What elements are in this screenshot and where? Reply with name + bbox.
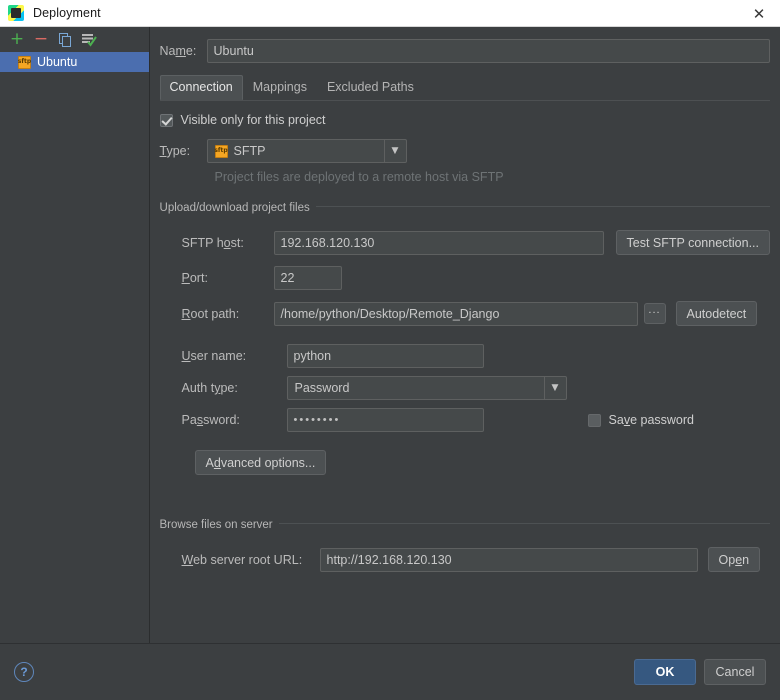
dialog-body: + − sftp Ubuntu Name: Ubuntu Connection … bbox=[0, 27, 780, 643]
connection-tab-content: Visible only for this project Type: sftp… bbox=[150, 113, 780, 572]
remove-server-button[interactable]: − bbox=[30, 29, 52, 50]
advanced-options-row: Advanced options... bbox=[160, 450, 770, 475]
type-combobox[interactable]: sftp SFTP ▼ bbox=[206, 139, 407, 163]
help-icon[interactable]: ? bbox=[14, 662, 34, 682]
sidebar-item-label: Ubuntu bbox=[37, 55, 78, 69]
type-row: Type: sftp SFTP ▼ bbox=[160, 139, 770, 163]
dialog-footer: ? OK Cancel bbox=[0, 643, 780, 700]
set-default-icon bbox=[81, 33, 97, 47]
pycharm-icon bbox=[8, 5, 24, 21]
web-url-value: http://192.168.120.130 bbox=[326, 552, 452, 567]
sftp-icon: sftp bbox=[18, 55, 31, 69]
auth-type-label: Auth type: bbox=[181, 381, 238, 395]
upload-group-title: Upload/download project files bbox=[159, 202, 316, 214]
test-sftp-connection-button[interactable]: Test SFTP connection... bbox=[615, 230, 770, 255]
close-icon[interactable]: ✕ bbox=[738, 0, 780, 27]
sftp-host-label: SFTP host: bbox=[181, 235, 244, 250]
chevron-down-icon[interactable]: ▼ bbox=[383, 140, 406, 162]
visible-only-checkbox[interactable] bbox=[159, 113, 173, 127]
sftp-host-value: 192.168.120.130 bbox=[280, 235, 375, 250]
advanced-options-button[interactable]: Advanced options... bbox=[194, 450, 327, 475]
window-title: Deployment bbox=[33, 6, 101, 20]
open-url-button[interactable]: Open bbox=[707, 547, 761, 572]
name-label: Name: bbox=[159, 44, 197, 58]
copy-icon bbox=[58, 32, 71, 47]
name-row: Name: Ubuntu bbox=[150, 27, 780, 63]
sftp-host-input[interactable]: 192.168.120.130 bbox=[273, 230, 604, 255]
user-name-label: User name: bbox=[181, 349, 247, 363]
upload-group: Upload/download project files SFTP host:… bbox=[159, 198, 770, 475]
password-input[interactable]: •••••••• bbox=[286, 408, 484, 432]
open-url-label: Open bbox=[718, 552, 750, 567]
type-value-text: SFTP bbox=[233, 144, 266, 158]
ellipsis-icon: ... bbox=[648, 303, 661, 316]
auth-type-value: Password bbox=[294, 381, 350, 395]
save-password-checkbox[interactable] bbox=[587, 413, 601, 427]
save-password-label: Save password bbox=[608, 413, 694, 427]
sidebar-item-ubuntu[interactable]: sftp Ubuntu bbox=[0, 52, 149, 72]
connection-form: Name: Ubuntu Connection Mappings Exclude… bbox=[149, 27, 780, 643]
user-name-input[interactable]: python bbox=[286, 344, 484, 368]
chevron-down-icon[interactable]: ▼ bbox=[543, 377, 566, 399]
tab-mappings[interactable]: Mappings bbox=[243, 75, 317, 100]
set-default-button[interactable] bbox=[78, 29, 100, 50]
type-hint: Project files are deployed to a remote h… bbox=[214, 170, 504, 184]
user-name-row: User name: python bbox=[160, 344, 770, 368]
root-path-value: /home/python/Desktop/Remote_Django bbox=[280, 306, 500, 321]
port-input[interactable]: 22 bbox=[273, 266, 342, 290]
cancel-button[interactable]: Cancel bbox=[704, 659, 766, 685]
visible-only-label: Visible only for this project bbox=[180, 113, 326, 127]
name-input[interactable]: Ubuntu bbox=[206, 39, 770, 63]
port-label: Port: bbox=[181, 271, 208, 285]
autodetect-label: Autodetect bbox=[686, 306, 747, 321]
test-sftp-connection-label: Test SFTP connection... bbox=[626, 235, 759, 250]
name-input-value: Ubuntu bbox=[213, 44, 254, 58]
auth-type-row: Auth type: Password ▼ bbox=[160, 376, 770, 400]
tab-bar: Connection Mappings Excluded Paths bbox=[159, 75, 780, 100]
visible-only-row[interactable]: Visible only for this project bbox=[159, 113, 770, 127]
auth-type-combobox[interactable]: Password ▼ bbox=[286, 376, 567, 400]
password-value: •••••••• bbox=[293, 414, 341, 426]
port-value: 22 bbox=[280, 271, 295, 285]
web-url-row: Web server root URL: http://192.168.120.… bbox=[160, 547, 770, 572]
servers-panel: + − sftp Ubuntu bbox=[0, 27, 150, 643]
root-path-label: Root path: bbox=[181, 306, 240, 321]
web-url-label: Web server root URL: bbox=[181, 552, 303, 567]
password-row: Password: •••••••• Save password bbox=[160, 408, 770, 432]
sftp-type-icon: sftp bbox=[214, 144, 228, 158]
root-path-input[interactable]: /home/python/Desktop/Remote_Django bbox=[273, 301, 638, 326]
autodetect-button[interactable]: Autodetect bbox=[675, 301, 758, 326]
tab-connection[interactable]: Connection bbox=[159, 75, 243, 100]
browse-group: Browse files on server Web server root U… bbox=[159, 515, 770, 572]
password-label: Password: bbox=[181, 413, 240, 427]
browse-group-title: Browse files on server bbox=[159, 519, 279, 531]
sftp-host-row: SFTP host: 192.168.120.130 Test SFTP con… bbox=[160, 230, 770, 255]
root-path-row: Root path: /home/python/Desktop/Remote_D… bbox=[160, 301, 770, 326]
tab-excluded-paths[interactable]: Excluded Paths bbox=[317, 75, 424, 100]
type-combobox-value: sftp SFTP bbox=[208, 144, 384, 158]
user-name-value: python bbox=[293, 349, 332, 363]
port-row: Port: 22 bbox=[160, 266, 770, 290]
title-bar: Deployment ✕ bbox=[0, 0, 780, 27]
deployment-dialog: Deployment ✕ + − sftp Ubuntu Name: Ubunt… bbox=[0, 0, 780, 700]
browse-root-path-button[interactable]: ... bbox=[643, 303, 666, 324]
add-server-button[interactable]: + bbox=[6, 29, 28, 50]
advanced-options-label: Advanced options... bbox=[205, 455, 316, 470]
plus-icon: + bbox=[9, 29, 25, 49]
copy-server-button[interactable] bbox=[54, 29, 76, 50]
web-url-input[interactable]: http://192.168.120.130 bbox=[319, 547, 698, 572]
type-label: Type: bbox=[159, 144, 191, 158]
servers-toolbar: + − bbox=[0, 27, 149, 52]
tab-divider bbox=[159, 100, 770, 101]
minus-icon: − bbox=[33, 29, 49, 49]
ok-button[interactable]: OK bbox=[634, 659, 696, 685]
